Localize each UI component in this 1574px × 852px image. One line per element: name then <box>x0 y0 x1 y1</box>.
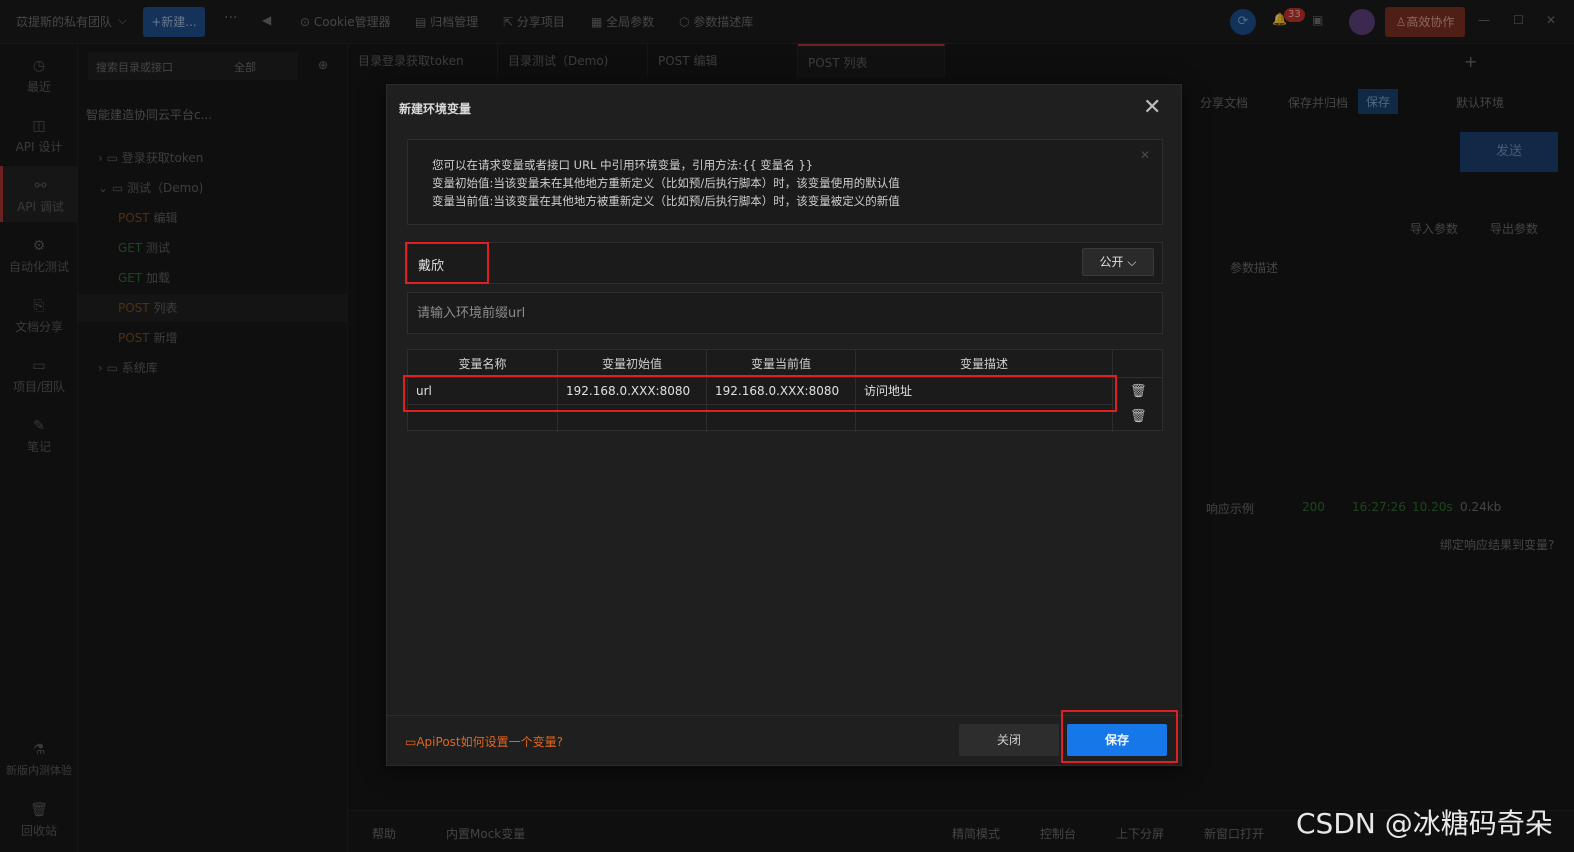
chevron-down-icon: ⌵ <box>1127 255 1137 269</box>
trash-icon[interactable]: 🗑 <box>1130 409 1147 425</box>
url-prefix-input[interactable] <box>408 293 1162 333</box>
help-link-text: ApiPost如何设置一个变量? <box>416 735 563 749</box>
visibility-select[interactable]: 公开 ⌵ <box>1082 248 1154 276</box>
close-icon[interactable]: ✕ <box>1143 97 1161 119</box>
highlight-save-button <box>1061 710 1178 763</box>
dismiss-info-icon[interactable]: ✕ <box>1140 146 1150 164</box>
highlight-env-name <box>405 242 489 284</box>
col-header: 变量名称 <box>408 350 558 378</box>
info-line: 您可以在请求变量或者接口 URL 中引用环境变量，引用方法:{{ 变量名 }} <box>432 158 814 172</box>
col-header-actions <box>1113 350 1162 378</box>
col-header: 变量当前值 <box>707 350 856 378</box>
modal-title: 新建环境变量 <box>399 102 472 116</box>
trash-icon[interactable]: 🗑 <box>1130 384 1147 400</box>
doc-icon: ▭ <box>405 735 417 749</box>
info-line: 变量初始值:当该变量未在其他地方重新定义（比如预/后执行脚本）时，该变量使用的默… <box>432 176 900 190</box>
close-button[interactable]: 关闭 <box>959 724 1059 756</box>
visibility-value: 公开 <box>1099 255 1124 269</box>
col-header: 变量初始值 <box>558 350 707 378</box>
help-link[interactable]: ▭ApiPost如何设置一个变量? <box>405 733 563 750</box>
col-header: 变量描述 <box>856 350 1113 378</box>
env-name-field[interactable]: 戴欣 公开 ⌵ <box>407 242 1163 284</box>
new-env-modal: 新建环境变量 ✕ 您可以在请求变量或者接口 URL 中引用环境变量，引用方法:{… <box>386 84 1183 766</box>
info-line: 变量当前值:当该变量在其他地方被重新定义（比如预/后执行脚本）时，该变量被定义的… <box>432 194 900 208</box>
highlight-variable-row <box>403 375 1117 412</box>
info-box: 您可以在请求变量或者接口 URL 中引用环境变量，引用方法:{{ 变量名 }} … <box>407 139 1163 225</box>
watermark: CSDN @冰糖码奇朵 <box>1296 807 1553 840</box>
url-prefix-field <box>407 292 1163 334</box>
